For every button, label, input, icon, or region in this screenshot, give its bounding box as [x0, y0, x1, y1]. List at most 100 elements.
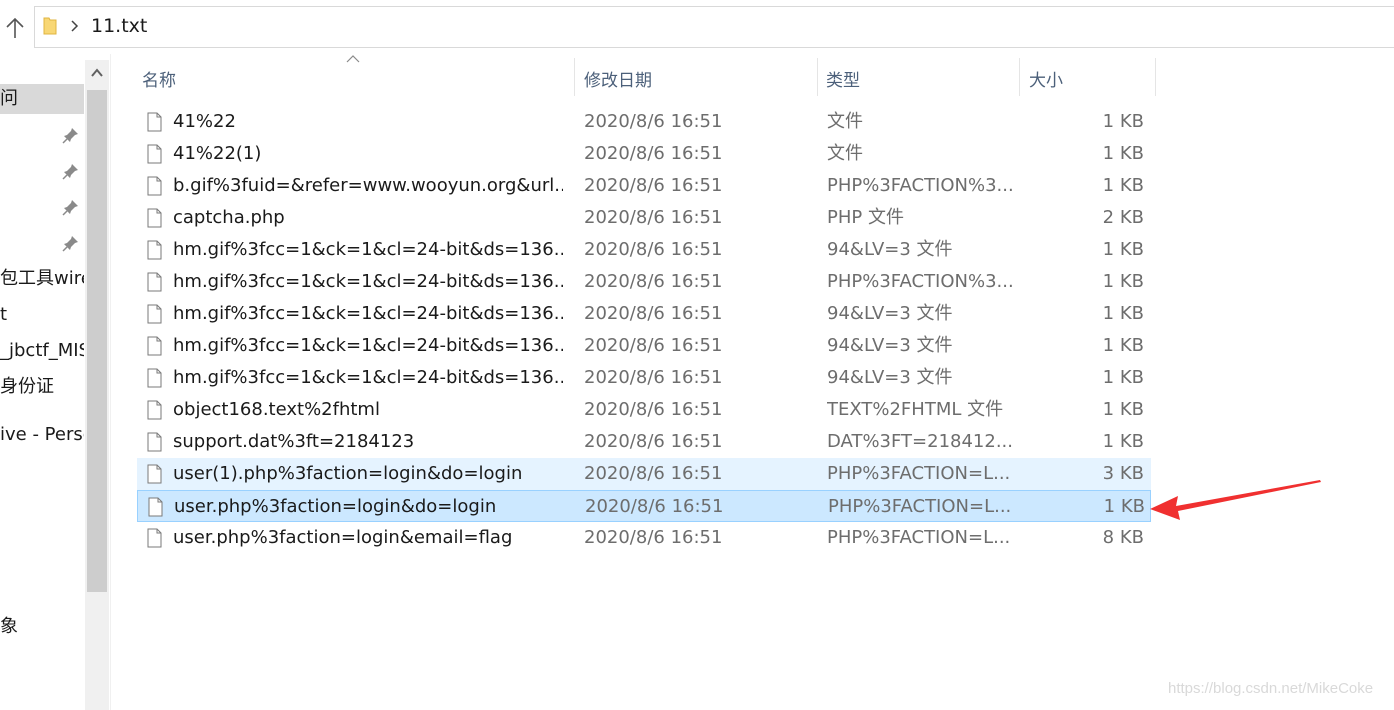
file-modified-date: 2020/8/6 16:51	[584, 175, 723, 196]
file-modified-date: 2020/8/6 16:51	[584, 271, 723, 292]
scroll-up-icon[interactable]	[85, 60, 109, 86]
pin-icon[interactable]	[62, 162, 80, 180]
file-type: 文件	[827, 111, 863, 132]
nav-item-label: t	[0, 304, 8, 325]
file-row[interactable]: hm.gif%3fcc=1&ck=1&cl=24-bit&ds=136... 20…	[137, 234, 1151, 266]
file-icon	[147, 176, 162, 196]
file-modified-date: 2020/8/6 16:51	[584, 303, 723, 324]
file-name: 41%22	[173, 111, 236, 132]
file-icon	[147, 304, 162, 324]
column-header-size[interactable]: 大小	[1021, 54, 1155, 98]
column-separator[interactable]	[574, 58, 575, 96]
file-type: TEXT%2FHTML 文件	[827, 399, 1004, 420]
column-header-label: 名称	[142, 71, 176, 91]
column-header-name[interactable]: 名称	[134, 54, 574, 98]
pin-icon[interactable]	[62, 234, 80, 252]
file-name: user(1).php%3faction=login&do=login	[173, 463, 523, 484]
file-row[interactable]: captcha.php 2020/8/6 16:51 PHP 文件 2 KB	[137, 202, 1151, 234]
file-icon	[147, 144, 162, 164]
column-header-label: 类型	[826, 71, 860, 91]
file-type: 94&LV=3 文件	[827, 239, 953, 260]
file-row[interactable]: 41%22 2020/8/6 16:51 文件 1 KB	[137, 106, 1151, 138]
breadcrumb-current[interactable]: 11.txt	[91, 15, 147, 37]
nav-item-label: 象	[0, 616, 18, 637]
file-modified-date: 2020/8/6 16:51	[584, 367, 723, 388]
file-type: PHP%3FACTION%3...	[827, 271, 1014, 292]
file-row[interactable]: support.dat%3ft=2184123 2020/8/6 16:51 DAT…	[137, 426, 1151, 458]
file-icon	[147, 368, 162, 388]
nav-item-label: 包工具wireshark	[0, 268, 84, 289]
file-size: 3 KB	[1102, 463, 1144, 484]
annotation-arrow-icon	[1150, 480, 1321, 520]
file-name: user.php%3faction=login&email=flag	[173, 527, 513, 548]
file-icon	[147, 272, 162, 292]
file-modified-date: 2020/8/6 16:51	[584, 335, 723, 356]
file-size: 1 KB	[1102, 175, 1144, 196]
file-name: hm.gif%3fcc=1&ck=1&cl=24-bit&ds=136...	[173, 271, 563, 292]
nav-item[interactable]: 象	[0, 612, 84, 642]
file-type: DAT%3FT=218412...	[827, 431, 1014, 452]
file-type: 文件	[827, 143, 863, 164]
file-type: 94&LV=3 文件	[827, 303, 953, 324]
column-header-type[interactable]: 类型	[818, 54, 1018, 98]
address-toolbar: 11.txt	[0, 0, 1394, 54]
file-size: 1 KB	[1102, 303, 1144, 324]
file-icon	[147, 240, 162, 260]
file-icon	[148, 497, 163, 517]
nav-item-label: 身份证	[0, 376, 54, 397]
file-row[interactable]: hm.gif%3fcc=1&ck=1&cl=24-bit&ds=136... 20…	[137, 298, 1151, 330]
file-type: PHP%3FACTION%3...	[827, 175, 1014, 196]
folder-icon	[43, 17, 57, 35]
file-modified-date: 2020/8/6 16:51	[584, 239, 723, 260]
nav-item[interactable]: 包工具wireshark	[0, 264, 84, 294]
file-icon	[147, 208, 162, 228]
file-name: hm.gif%3fcc=1&ck=1&cl=24-bit&ds=136...	[173, 367, 563, 388]
file-row[interactable]: hm.gif%3fcc=1&ck=1&cl=24-bit&ds=136... 20…	[137, 266, 1151, 298]
file-type: PHP%3FACTION=L...	[827, 527, 1011, 548]
file-row[interactable]: 41%22(1) 2020/8/6 16:51 文件 1 KB	[137, 138, 1151, 170]
file-name: hm.gif%3fcc=1&ck=1&cl=24-bit&ds=136...	[173, 239, 563, 260]
pin-icon[interactable]	[62, 126, 80, 144]
file-size: 1 KB	[1103, 496, 1145, 517]
file-row[interactable]: user.php%3faction=login&email=flag 2020/8…	[137, 522, 1151, 554]
file-row[interactable]: user.php%3faction=login&do=login 2020/8/6…	[137, 490, 1151, 522]
file-modified-date: 2020/8/6 16:51	[584, 143, 723, 164]
column-separator[interactable]	[1155, 58, 1156, 96]
scroll-thumb[interactable]	[87, 90, 107, 592]
nav-item[interactable]: 身份证	[0, 372, 84, 402]
nav-scrollbar[interactable]	[85, 60, 109, 710]
file-name: user.php%3faction=login&do=login	[174, 496, 497, 517]
address-bar[interactable]: 11.txt	[34, 6, 1394, 48]
file-size: 1 KB	[1102, 111, 1144, 132]
file-modified-date: 2020/8/6 16:51	[584, 527, 723, 548]
file-row[interactable]: hm.gif%3fcc=1&ck=1&cl=24-bit&ds=136... 20…	[137, 330, 1151, 362]
file-size: 1 KB	[1102, 271, 1144, 292]
column-separator[interactable]	[1019, 58, 1020, 96]
pane-divider	[110, 54, 111, 710]
nav-item[interactable]: t	[0, 300, 84, 330]
file-size: 1 KB	[1102, 431, 1144, 452]
file-name: support.dat%3ft=2184123	[173, 431, 415, 452]
file-modified-date: 2020/8/6 16:51	[584, 111, 723, 132]
pin-icon[interactable]	[62, 198, 80, 216]
file-modified-date: 2020/8/6 16:51	[585, 496, 724, 517]
file-type: 94&LV=3 文件	[827, 367, 953, 388]
file-size: 1 KB	[1102, 143, 1144, 164]
column-header-label: 大小	[1029, 71, 1063, 91]
column-header-date[interactable]: 修改日期	[576, 54, 816, 98]
nav-item-label: 问	[0, 88, 18, 109]
file-name: hm.gif%3fcc=1&ck=1&cl=24-bit&ds=136...	[173, 335, 563, 356]
up-arrow-icon[interactable]	[4, 16, 26, 40]
nav-item[interactable]: ive - Personal	[0, 420, 84, 450]
file-row[interactable]: b.gif%3fuid=&refer=www.wooyun.org&url...…	[137, 170, 1151, 202]
nav-item[interactable]: _jbctf_MISC	[0, 336, 84, 366]
file-name: captcha.php	[173, 207, 285, 228]
file-row[interactable]: hm.gif%3fcc=1&ck=1&cl=24-bit&ds=136... 20…	[137, 362, 1151, 394]
chevron-right-icon[interactable]	[69, 19, 79, 33]
file-modified-date: 2020/8/6 16:51	[584, 399, 723, 420]
file-name: 41%22(1)	[173, 143, 262, 164]
file-row[interactable]: user(1).php%3faction=login&do=login 2020/…	[137, 458, 1151, 490]
file-name: hm.gif%3fcc=1&ck=1&cl=24-bit&ds=136...	[173, 303, 563, 324]
file-row[interactable]: object168.text%2fhtml 2020/8/6 16:51 TEXT%…	[137, 394, 1151, 426]
nav-item[interactable]: 问	[0, 84, 84, 114]
